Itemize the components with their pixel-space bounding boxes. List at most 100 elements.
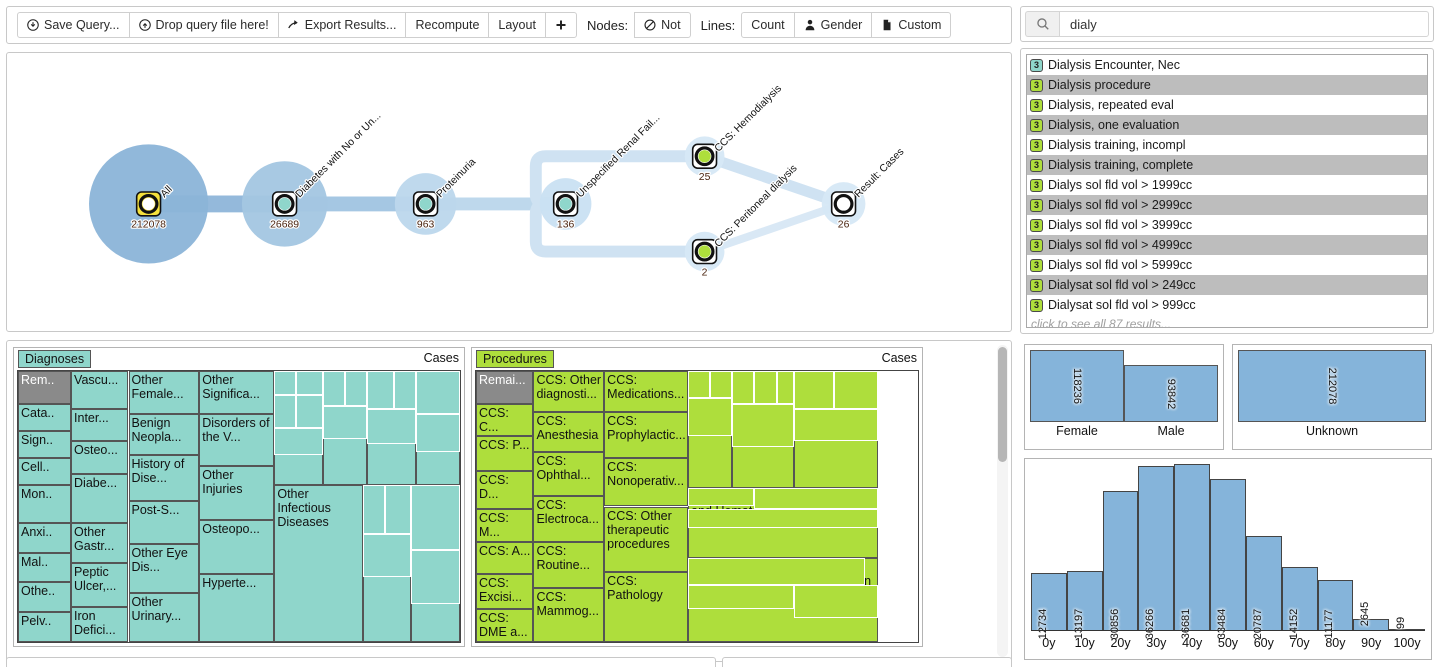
query-graph-panel[interactable]: All 212078 Diabetes with No or Un... 266… [6,52,1012,332]
graph-node-renal-failure[interactable]: Unspecified Renal Fail... 136 [552,111,664,232]
treemap-subtile[interactable] [367,371,394,409]
diagnoses-treemap-body[interactable]: Rem.. Cata.. Sign.. Cell.. Mon.. Anxi.. Mal.. O… [17,370,461,643]
treemap-tile[interactable]: CCS: P... [476,436,534,472]
age-histogram-bar[interactable]: 11177 [1317,580,1354,638]
gender-known-chart[interactable]: 118236 93842 Female Male [1024,344,1224,450]
lines-count-button[interactable]: Count [741,12,795,38]
search-results-list[interactable]: 3 Dialysis Encounter, Nec 3 Dialysis proced… [1026,54,1428,328]
treemap-tile[interactable]: Mon.. [18,484,72,523]
treemap-subtile[interactable] [688,557,865,586]
treemap-subtile[interactable] [415,371,460,415]
save-query-button[interactable]: Save Query... [17,12,130,38]
treemap-tile[interactable]: Diabe... [71,473,129,523]
treemap-tile[interactable]: Iron Defici... [71,606,129,642]
treemap-tile[interactable]: CCS: C... [476,403,534,437]
treemap-tile[interactable]: Pelv.. [18,612,72,642]
treemap-subtile[interactable] [732,403,795,447]
treemap-tile[interactable]: Other Gastr... [71,522,129,564]
treemap-subtile[interactable] [322,371,346,407]
treemap-subtile[interactable] [754,371,777,404]
treemap-subtile[interactable] [688,398,733,437]
treemap-subtile[interactable] [362,533,412,577]
age-histogram-bar[interactable]: 30856 [1102,490,1139,639]
gender-bar-female[interactable]: 118236 [1030,350,1124,422]
treemap-tile[interactable]: Cata.. [18,403,72,431]
treemap-tile[interactable]: Other Eye Dis... [128,544,200,594]
nodes-not-button[interactable]: Not [634,12,691,38]
treemap-tile[interactable]: Osteo... [71,441,129,474]
treemap-tile[interactable]: CCS: Other diagnosti... [533,371,605,412]
search-result-item[interactable]: 3 Dialysat sol fld vol > 249cc [1027,275,1427,295]
treemap-tile[interactable]: Anxi.. [18,522,72,553]
age-histogram-bar[interactable]: 14152 [1281,566,1318,639]
gender-unknown-chart[interactable]: 212078 Unknown [1232,344,1432,450]
treemap-subtile[interactable] [732,371,755,404]
diagnoses-title[interactable]: Diagnoses [18,350,92,368]
treemap-subtile[interactable] [794,408,879,442]
procedures-treemap-panel[interactable]: Procedures Cases Remai... CCS: C... CCS: P… [471,347,923,647]
layout-button[interactable]: Layout [488,12,546,38]
age-histogram-bar[interactable]: 20787 [1245,536,1282,639]
treemap-subtile[interactable] [415,414,460,453]
search-input[interactable] [1059,11,1429,37]
search-result-item[interactable]: 3 Dialys sol fld vol > 3999cc [1027,215,1427,235]
treemap-subtile[interactable] [688,371,711,399]
treemap-tile[interactable]: CCS: Routine... [533,541,605,588]
search-result-item[interactable]: 3 Dialysat sol fld vol > 999cc [1027,295,1427,315]
treemap-tile[interactable]: CCS: Ophthal... [533,452,605,496]
treemap-subtile[interactable] [688,509,879,529]
treemap-subtile[interactable] [384,484,412,534]
treemap-subtile[interactable] [710,371,733,399]
treemap-subtile[interactable] [688,487,755,507]
age-histogram-chart[interactable]: 12734 13197 30856 36266 36681 33484 20787 14152… [1024,458,1432,660]
see-all-results-link[interactable]: click to see all 87 results... [1027,315,1427,327]
treemap-tile[interactable]: Vascu... [71,371,129,409]
age-histogram-bar[interactable]: 12734 [1031,573,1067,639]
treemap-tile[interactable]: Osteopo... [199,520,275,575]
search-result-item[interactable]: 3 Dialysis, one evaluation [1027,115,1427,135]
search-result-item[interactable]: 3 Dialys sol fld vol > 4999cc [1027,235,1427,255]
age-histogram-bar[interactable]: 36266 [1138,465,1175,639]
treemap-tile[interactable]: CCS: Mammog... [533,587,605,642]
treemap-tile[interactable]: Disorders of the V... [199,414,275,466]
search-result-item[interactable]: 3 Dialysis training, incompl [1027,135,1427,155]
treemap-subtile[interactable] [345,371,368,407]
treemap-tile[interactable]: CCS: Medications... [604,371,689,412]
diagnoses-treemap-panel[interactable]: Diagnoses Cases Rem.. Cata.. Sign.. Cell.. M… [13,347,465,647]
age-histogram-bar[interactable]: 13197 [1066,570,1103,639]
search-result-item[interactable]: 3 Dialysis Encounter, Nec [1027,55,1427,75]
treemap-tile[interactable]: Other Infectious Diseases [274,484,363,642]
search-result-item[interactable]: 3 Dialys sol fld vol > 2999cc [1027,195,1427,215]
age-histogram-bar[interactable]: 36681 [1174,464,1211,639]
treemap-subtile[interactable] [367,408,416,445]
procedures-treemap-body[interactable]: Remai... CCS: C... CCS: P... CCS: D... CCS: … [475,370,919,643]
treemap-subtile[interactable] [362,484,385,534]
treemap-subtile[interactable] [754,487,879,510]
search-result-item[interactable]: 3 Dialysis training, complete [1027,155,1427,175]
treemap-tile[interactable]: Other Injuries [199,465,275,521]
treemaps-scrollbar[interactable] [997,345,1008,657]
treemap-tile[interactable]: CCS: Other therapeutic procedures [604,506,689,572]
treemap-subtile[interactable] [688,585,795,610]
treemap-tile[interactable]: CCS: Anesthesia [533,411,605,453]
treemap-tile[interactable]: CCS: Nonoperativ... [604,457,689,507]
treemap-tile[interactable]: Othe.. [18,582,72,613]
treemap-tile[interactable]: Inter... [71,408,129,442]
treemap-tile[interactable]: Other Female... [128,371,200,415]
treemap-subtile[interactable] [411,549,460,605]
lines-custom-button[interactable]: Custom [871,12,952,38]
treemap-tile[interactable]: Hyperte... [199,574,275,642]
treemap-tile[interactable]: Rem.. [18,371,72,404]
treemap-subtile[interactable] [274,427,323,455]
treemap-subtile[interactable] [834,371,879,409]
treemap-tile[interactable]: Sign.. [18,430,72,458]
treemap-subtile[interactable] [296,371,323,396]
query-graph-svg[interactable]: All 212078 Diabetes with No or Un... 266… [7,53,1011,331]
search-result-item[interactable]: 3 Dialys sol fld vol > 5999cc [1027,255,1427,275]
treemap-tile[interactable]: CCS: Pathology [604,571,689,642]
treemap-tile[interactable]: Cell.. [18,457,72,485]
treemap-tile[interactable]: Other Significa... [199,371,275,415]
treemap-subtile[interactable] [274,395,297,428]
gender-bar-unknown[interactable]: 212078 [1238,350,1426,422]
treemap-subtile[interactable] [296,395,323,428]
